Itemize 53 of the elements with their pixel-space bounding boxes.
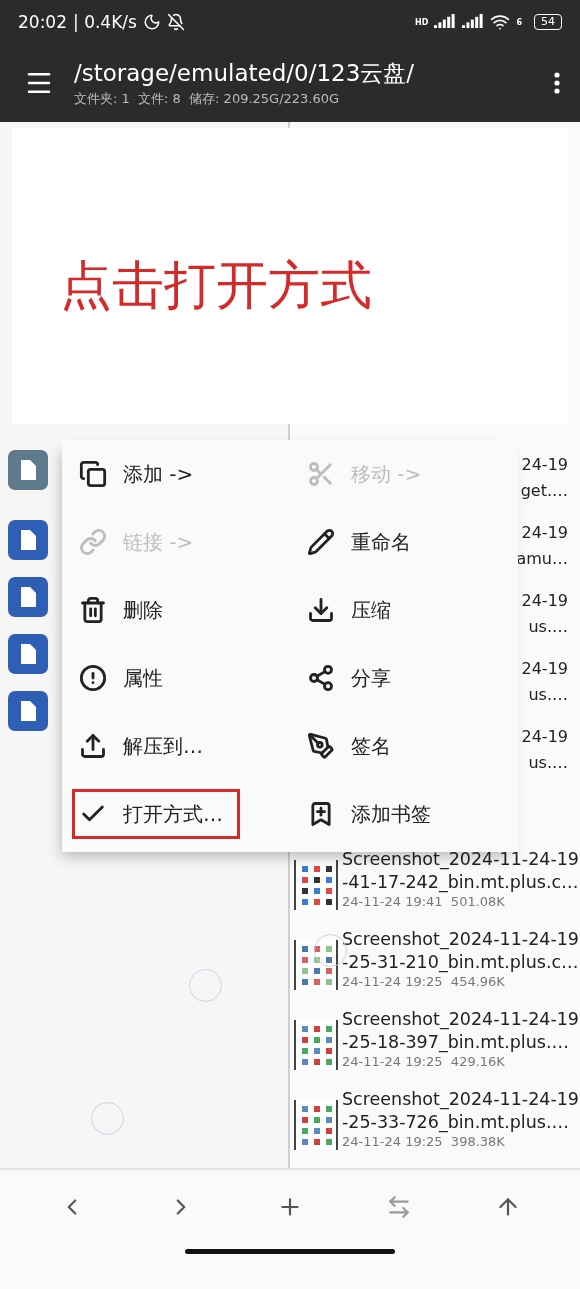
alert-icon xyxy=(79,664,107,692)
file-meta: 24-11-24 19:25 398.38K xyxy=(342,1134,506,1149)
file-name: us.… xyxy=(528,684,568,706)
pen-icon xyxy=(307,732,335,760)
file-meta: 24-11-24 19:41 501.08K xyxy=(342,894,506,909)
menu-item[interactable]: 添加书签 xyxy=(300,789,448,839)
file-name: us.… xyxy=(528,616,568,638)
file-name: 24-19 xyxy=(521,454,568,476)
link-icon xyxy=(79,528,107,556)
menu-item[interactable]: 解压到… xyxy=(72,721,220,771)
wifi-icon xyxy=(490,12,511,32)
menu-item[interactable]: 重命名 xyxy=(300,517,428,567)
file-name: 24-19 xyxy=(521,522,568,544)
scissors-icon xyxy=(307,460,335,488)
file-name[interactable]: Screenshot_2024-11-24-19 -25-31-210_bin.mt.plus.c… xyxy=(342,928,579,974)
file-name: get.… xyxy=(520,480,568,502)
network-label: HD xyxy=(415,17,429,27)
storage-summary: 文件夹: 1 文件: 8 储存: 209.25G/223.60G xyxy=(74,90,341,108)
pencil-icon xyxy=(307,528,335,556)
path-title: /storage/emulated/0/123云盘/ xyxy=(74,59,416,88)
file-name[interactable]: Screenshot_2024-11-24-19 -25-33-726_bin.mt.plus.… xyxy=(342,1088,579,1134)
file-name[interactable]: Screenshot_2024-11-24-19 -41-17-242_bin.mt.plus.c… xyxy=(342,848,579,894)
menu-item[interactable]: 删除 xyxy=(72,585,180,635)
file-name: 24-19 xyxy=(521,726,568,748)
signal-icon xyxy=(434,14,457,30)
download-icon xyxy=(307,596,335,624)
file-name: 24-19 xyxy=(521,590,568,612)
more-button[interactable] xyxy=(554,72,560,94)
menu-item[interactable]: 分享 xyxy=(300,653,408,703)
trash-icon xyxy=(79,596,107,624)
file-meta: 24-11-24 19:25 454.96K xyxy=(342,974,506,989)
network-speed: | 0.4K/s xyxy=(73,12,137,32)
menu-item[interactable]: 签名 xyxy=(300,721,408,771)
moon-icon xyxy=(142,13,161,31)
more-icon xyxy=(554,72,560,94)
battery-level: 54 xyxy=(534,14,562,30)
file-meta: 24-11-24 19:25 429.16K xyxy=(342,1054,506,1069)
status-time: 20:02 xyxy=(18,12,67,32)
menu-item[interactable]: 压缩 xyxy=(300,585,408,635)
menu-item[interactable]: 打开方式… xyxy=(72,789,240,839)
signal-icon xyxy=(462,14,485,30)
annotation-text: 点击打开方式 xyxy=(60,254,372,317)
bell-off-icon xyxy=(166,13,185,31)
share-icon xyxy=(307,664,335,692)
upload-icon xyxy=(79,732,107,760)
file-name: us.… xyxy=(528,752,568,774)
wifi-label: 6 xyxy=(516,17,522,27)
copy-icon xyxy=(79,460,107,488)
menu-item[interactable]: 属性 xyxy=(72,653,180,703)
file-name: amu… xyxy=(516,548,568,570)
menu-item[interactable]: 添加 -> xyxy=(72,449,211,499)
file-name[interactable]: Screenshot_2024-11-24-19 -25-18-397_bin.mt.plus.… xyxy=(342,1008,579,1054)
file-name: 24-19 xyxy=(521,658,568,680)
